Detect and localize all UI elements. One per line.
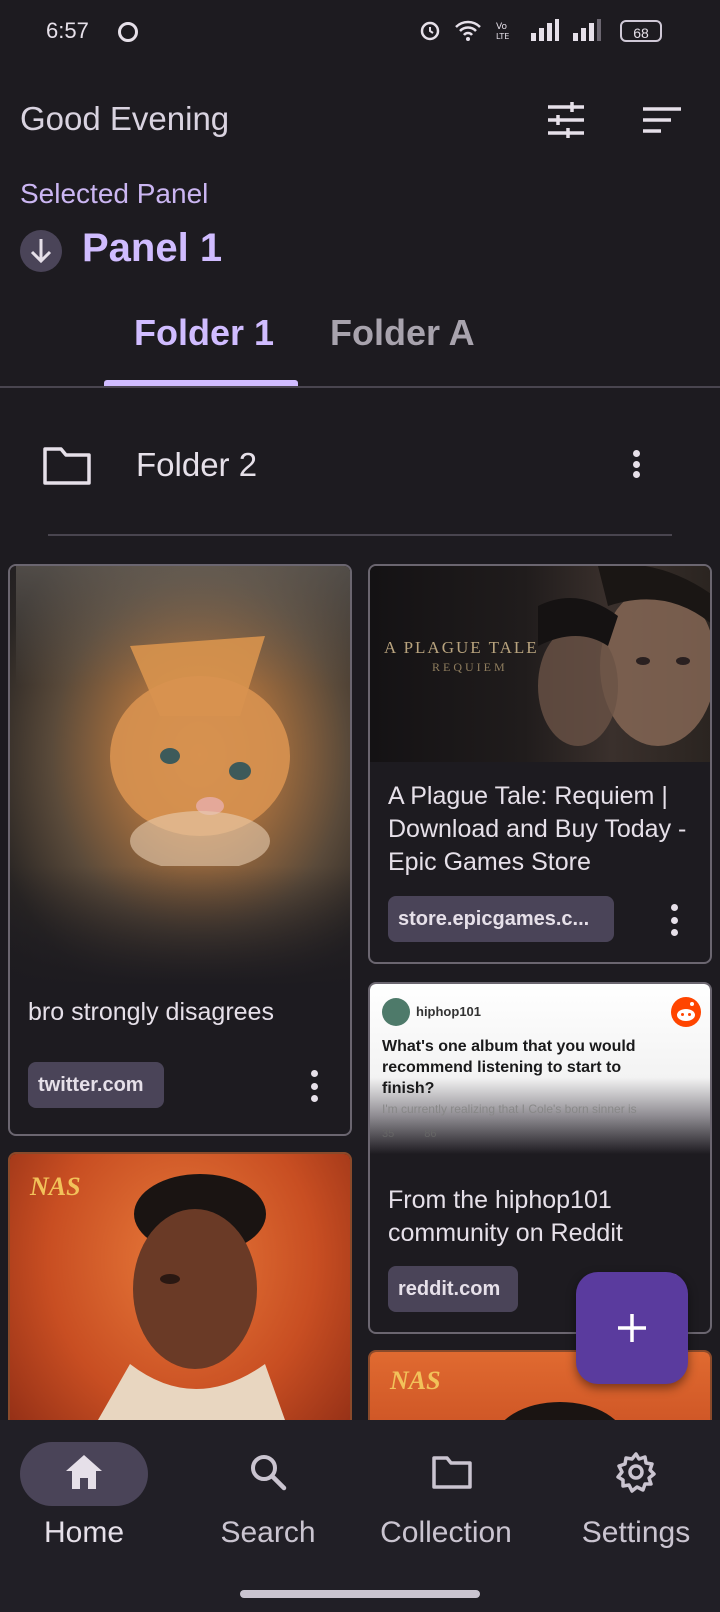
nav-label-collection: Collection	[380, 1516, 512, 1549]
nas-logo: NAS	[390, 1366, 441, 1395]
svg-text:LTE: LTE	[496, 32, 509, 41]
sort-icon	[643, 107, 681, 133]
wifi-icon	[455, 20, 481, 41]
home-icon	[66, 1455, 102, 1489]
greeting-title: Good Evening	[20, 100, 230, 137]
preview-votes: 35	[382, 1128, 395, 1140]
nav-label-settings: Settings	[581, 1516, 691, 1549]
preview-comments: 86	[424, 1128, 437, 1140]
plus-icon	[618, 1314, 646, 1342]
bookmark-card-nas[interactable]: NAS	[8, 1152, 352, 1452]
characters-illustration	[538, 566, 710, 746]
portrait-illustration	[90, 1174, 290, 1434]
svg-text:Vo: Vo	[496, 22, 507, 32]
folder-icon	[432, 1456, 472, 1489]
cat-illustration	[110, 636, 290, 866]
nav-label-search: Search	[220, 1516, 316, 1549]
reddit-icon	[671, 997, 701, 1027]
signal-icon	[531, 19, 559, 41]
sort-button[interactable]	[638, 96, 686, 144]
preview-stats: 35 86	[382, 1128, 437, 1140]
folder-tabs: Folder 1 Folder A	[0, 300, 720, 388]
card-more-button[interactable]	[304, 1066, 324, 1106]
gear-icon	[616, 1452, 656, 1493]
panel-dropdown-button[interactable]	[20, 230, 62, 272]
card-more-button[interactable]	[664, 900, 684, 940]
gesture-bar	[240, 1590, 480, 1598]
selected-panel-label: Selected Panel	[20, 178, 209, 209]
folder-row[interactable]	[0, 420, 720, 516]
alarm-icon	[420, 21, 440, 41]
filter-button[interactable]	[542, 96, 590, 144]
nas-logo: NAS	[30, 1172, 81, 1201]
nav-label-home: Home	[43, 1516, 125, 1549]
card-title: A Plague Tale: Requiem | Download and Bu…	[388, 782, 687, 876]
status-time: 6:57	[46, 18, 89, 43]
preview-question: What's one album that you would recommen…	[382, 1038, 636, 1097]
volte-icon: VoLTE	[496, 22, 509, 41]
community-avatar	[382, 998, 410, 1026]
card-image-nas: NAS	[10, 1154, 350, 1450]
preview-body: I'm currently realizing that I Cole's bo…	[382, 1102, 637, 1116]
card-image-cat	[10, 566, 350, 986]
nav-home[interactable]	[0, 1440, 174, 1497]
signal-icon-2	[573, 19, 601, 41]
card-title: From the hiphop101 community on Reddit	[388, 1186, 623, 1247]
tab-indicator	[104, 380, 298, 386]
nav-settings[interactable]	[546, 1440, 720, 1498]
notification-icon	[118, 22, 138, 42]
divider	[48, 534, 672, 536]
folder-name: Folder 2	[136, 446, 258, 483]
card-domain-chip[interactable]: reddit.com	[388, 1266, 518, 1312]
folder-more-button[interactable]	[626, 446, 646, 482]
preview-community: hiphop101	[416, 1004, 482, 1019]
card-image-reddit: hiphop101 What's one album that you woul…	[370, 984, 710, 1154]
tab-folder-a[interactable]: Folder A	[330, 312, 475, 354]
bookmark-card-plague-tale[interactable]: A PLAGUE TALE REQUIEM A Plague Tale: Req…	[368, 564, 712, 964]
card-domain-chip[interactable]: twitter.com	[28, 1062, 164, 1108]
status-icons: Vo LTE	[418, 18, 602, 42]
tune-icon	[548, 102, 584, 138]
add-button[interactable]	[576, 1272, 688, 1384]
card-domain-chip[interactable]: store.epicgames.c...	[388, 896, 614, 942]
folder-icon	[43, 447, 91, 485]
panel-title[interactable]: Panel 1	[82, 226, 222, 271]
plague-logo-sub: REQUIEM	[432, 660, 508, 674]
bookmark-card-cat[interactable]: bro strongly disagrees twitter.com	[8, 564, 352, 1136]
plague-logo: A PLAGUE TALE	[384, 638, 539, 657]
status-bar: 6:57 Vo LTE 68	[0, 0, 720, 64]
card-title: bro strongly disagrees	[28, 998, 274, 1026]
arrow-down-icon	[30, 239, 52, 264]
nav-search[interactable]	[178, 1440, 358, 1497]
card-image-plague-tale: A PLAGUE TALE REQUIEM	[370, 566, 710, 762]
tab-folder-1[interactable]: Folder 1	[134, 312, 274, 354]
nav-collection[interactable]	[362, 1440, 542, 1495]
battery-indicator: 68	[620, 20, 662, 42]
search-icon	[251, 1455, 287, 1491]
